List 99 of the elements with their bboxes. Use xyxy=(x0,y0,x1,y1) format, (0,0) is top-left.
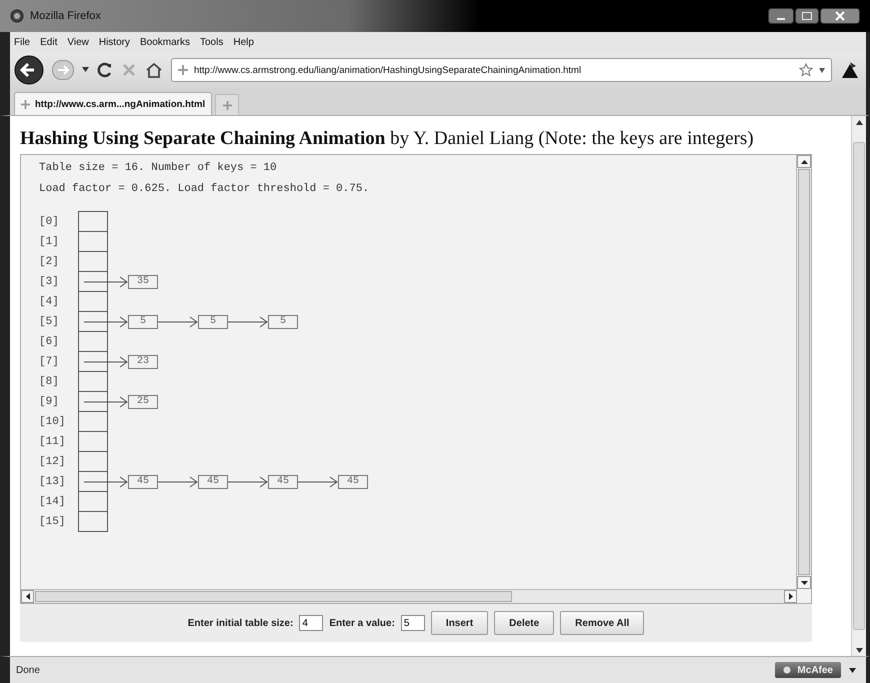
arrow xyxy=(228,316,268,328)
index-label: [5] xyxy=(39,316,60,328)
window-title: Mozilla Firefox xyxy=(30,10,101,22)
table-slot xyxy=(78,211,108,232)
table-slot xyxy=(78,411,108,432)
index-label: [2] xyxy=(39,256,60,268)
url-text: http://www.cs.armstrong.edu/liang/animation/HashingUsingSeparateChainingAnimation.html xyxy=(194,64,582,76)
dropdown-icon[interactable] xyxy=(82,67,89,73)
arrow xyxy=(84,276,128,288)
remove-all-button[interactable]: Remove All xyxy=(560,611,644,635)
page-heading: Hashing Using Separate Chaining Animation by Y. Daniel Liang (Note: the keys are integers) xyxy=(20,128,755,150)
info-text: Load factor = 0.625. Load factor threshold = 0.75. xyxy=(39,182,370,197)
firefox-logo-icon xyxy=(10,9,24,23)
scroll-up-icon[interactable] xyxy=(800,160,808,164)
page-scrollbar[interactable] xyxy=(851,116,866,656)
chain-node: 45 xyxy=(128,474,158,488)
chain-node: 45 xyxy=(198,474,228,488)
table-slot xyxy=(78,451,108,472)
index-label: [1] xyxy=(39,236,60,248)
table-slot xyxy=(78,431,108,452)
chain-node: 45 xyxy=(338,474,368,488)
arrow xyxy=(298,476,338,488)
chain-node: 5 xyxy=(128,314,158,328)
menu-item[interactable]: Bookmarks xyxy=(140,36,190,48)
horizontal-scrollbar[interactable] xyxy=(21,589,797,603)
back-button[interactable] xyxy=(14,55,44,85)
table-slot xyxy=(78,331,108,352)
index-label: [0] xyxy=(39,216,60,228)
size-input[interactable]: 4 xyxy=(299,615,324,631)
arrow xyxy=(84,396,128,408)
value-label: Enter a value: xyxy=(329,618,395,628)
index-label: [3] xyxy=(39,276,60,288)
chain-node: 45 xyxy=(268,474,298,488)
plus-icon xyxy=(222,100,232,110)
table-slot xyxy=(78,371,108,392)
table-slot xyxy=(78,291,108,312)
chain-node: 35 xyxy=(128,274,158,288)
table-slot xyxy=(78,231,108,252)
arrow xyxy=(158,316,198,328)
table-slot xyxy=(78,391,108,412)
chain-node: 5 xyxy=(268,314,298,328)
scroll-left-icon[interactable] xyxy=(26,593,30,600)
table-slot xyxy=(78,491,108,512)
index-label: [13] xyxy=(39,476,66,488)
arrow xyxy=(84,476,128,488)
maximize-icon[interactable] xyxy=(795,8,819,24)
vertical-scrollbar[interactable] xyxy=(796,155,811,589)
index-label: [15] xyxy=(39,516,66,528)
arrow xyxy=(158,476,198,488)
delete-button[interactable]: Delete xyxy=(494,611,554,635)
arrow xyxy=(84,356,128,368)
forward-button[interactable] xyxy=(52,60,74,80)
table-slot xyxy=(78,511,108,532)
home-icon[interactable] xyxy=(145,62,163,78)
index-label: [10] xyxy=(39,416,66,428)
info-text: Table size = 16. Number of keys = 10 xyxy=(39,161,278,176)
value-input[interactable]: 5 xyxy=(400,615,425,631)
menu-item[interactable]: View xyxy=(67,36,89,48)
size-label: Enter initial table size: xyxy=(188,618,294,628)
index-label: [12] xyxy=(39,456,66,468)
reload-icon[interactable] xyxy=(97,62,113,78)
table-slot xyxy=(78,251,108,272)
table-slot xyxy=(78,271,108,292)
index-label: [14] xyxy=(39,496,66,508)
status-text: Done xyxy=(16,664,40,676)
index-label: [4] xyxy=(39,296,60,308)
chain-node: 5 xyxy=(198,314,228,328)
index-label: [11] xyxy=(39,436,66,448)
menu-item[interactable]: History xyxy=(98,36,130,48)
chain-node: 25 xyxy=(128,394,158,408)
circle-icon xyxy=(783,666,792,674)
dropdown-icon[interactable] xyxy=(819,68,825,72)
index-label: [8] xyxy=(39,376,60,388)
index-label: [6] xyxy=(39,336,60,348)
security-addon-button[interactable]: McAfee xyxy=(775,662,841,678)
chain-node: 23 xyxy=(128,354,158,368)
address-field[interactable]: http://www.cs.armstrong.edu/liang/animation/HashingUsingSeparateChainingAnimation.html xyxy=(171,58,832,82)
scroll-down-icon[interactable] xyxy=(856,648,862,652)
arrow xyxy=(84,316,128,328)
index-label: [9] xyxy=(39,396,60,408)
dropdown-icon[interactable] xyxy=(849,668,856,672)
index-label: [7] xyxy=(39,356,60,368)
arrow xyxy=(228,476,268,488)
menu-item[interactable]: Tools xyxy=(200,36,224,48)
addon-icon[interactable] xyxy=(840,60,860,80)
scroll-down-icon[interactable] xyxy=(800,580,808,584)
menu-item[interactable]: Edit xyxy=(40,36,58,48)
scroll-up-icon[interactable] xyxy=(856,120,862,124)
table-slot xyxy=(78,471,108,492)
table-slot xyxy=(78,351,108,372)
menu-item[interactable]: File xyxy=(14,36,30,48)
scroll-right-icon[interactable] xyxy=(788,593,792,600)
insert-button[interactable]: Insert xyxy=(430,611,488,635)
close-icon[interactable] xyxy=(820,8,860,24)
menu-item[interactable]: Help xyxy=(233,36,254,48)
minimize-icon[interactable] xyxy=(768,8,794,24)
star-icon[interactable] xyxy=(799,63,813,77)
browser-tab[interactable]: http://www.cs.arm...ngAnimation.html xyxy=(14,92,212,115)
table-slot xyxy=(78,311,108,332)
